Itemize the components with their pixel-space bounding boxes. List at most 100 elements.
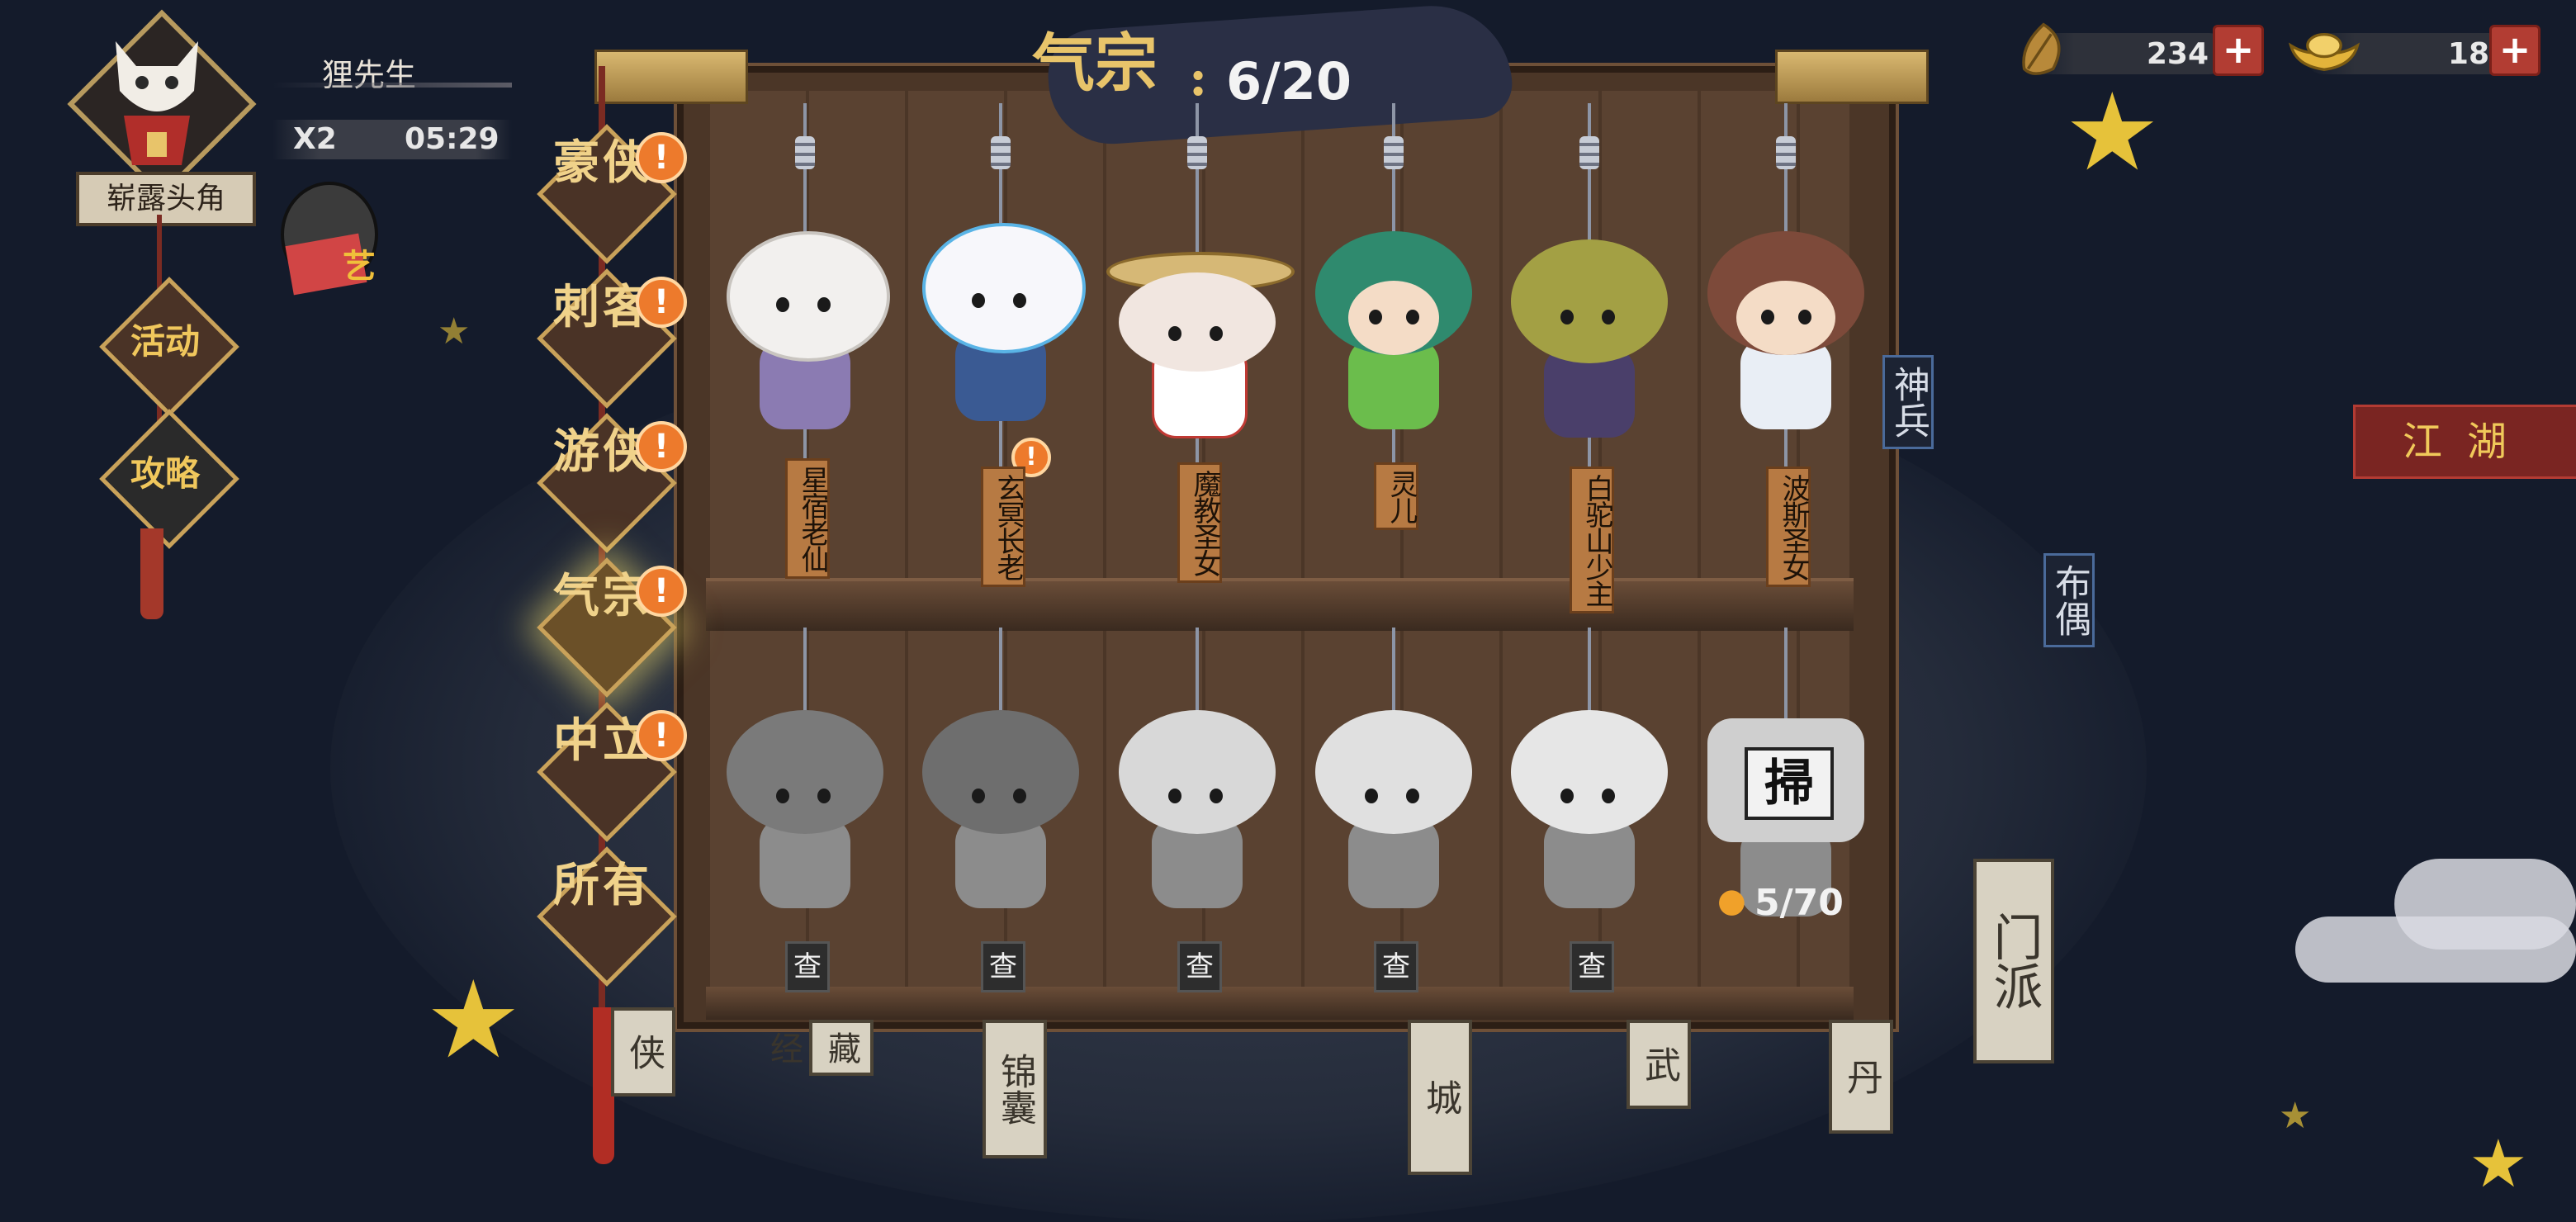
doll-name-tag: 白驼山少主 <box>1570 467 1614 613</box>
star-icon: ★ <box>2279 1095 2312 1137</box>
hanging-tag: 城 <box>1408 1020 1472 1175</box>
doll-eye <box>1210 326 1223 341</box>
doll-eye <box>1761 310 1774 324</box>
tab-label: 所有 <box>553 858 652 912</box>
leaf-icon <box>2022 22 2061 75</box>
menpai-tag[interactable]: 门派 <box>1973 859 2054 1063</box>
side-btn-activity[interactable]: 活动 <box>99 277 239 417</box>
tab-qizong[interactable]: 气宗 ! <box>537 557 687 698</box>
gold-ingot-icon <box>2288 33 2361 71</box>
view-button[interactable]: 查 <box>1570 941 1614 992</box>
locked-doll[interactable] <box>1503 710 1676 925</box>
view-button[interactable]: 查 <box>1177 941 1222 992</box>
doll-head <box>922 710 1079 834</box>
doll-eye <box>1168 326 1181 341</box>
doll-card[interactable] <box>914 223 1087 438</box>
doll-card[interactable] <box>1307 231 1480 446</box>
tassel-icon <box>140 528 163 619</box>
locked-doll[interactable] <box>914 710 1087 925</box>
doll-eye <box>817 789 831 803</box>
add-gold-button[interactable]: + <box>2489 25 2540 76</box>
star-icon: ★ <box>438 310 471 353</box>
star-icon: ★ <box>425 957 522 1082</box>
doll-head <box>1119 272 1276 372</box>
doll-eye <box>1406 310 1419 324</box>
doll-face <box>1348 281 1439 355</box>
background-cloud <box>2295 916 2576 983</box>
doll-eye <box>1168 789 1181 803</box>
hanging-tag: 丹 <box>1829 1020 1893 1134</box>
alert-icon: ! <box>636 277 687 328</box>
cabinet-corner-left <box>594 50 748 104</box>
collection-count: 6/20 <box>1226 51 1352 111</box>
locked-doll[interactable] <box>1110 710 1284 925</box>
flame-icon: ● <box>1717 882 1746 920</box>
string-knot <box>991 136 1011 169</box>
view-button[interactable]: 查 <box>1374 941 1418 992</box>
side-label-guide: 攻略 <box>130 453 200 494</box>
doll-card[interactable] <box>1699 231 1873 446</box>
alert-icon: ! <box>636 710 687 761</box>
doll-head <box>1511 239 1668 363</box>
tab-shenbing[interactable]: 神兵 <box>1882 355 1934 449</box>
player-title: 崭露头角 <box>76 172 256 226</box>
bottom-shelf <box>706 987 1854 1020</box>
hanging-tag: 武 <box>1627 1020 1691 1109</box>
hanging-tag: 锦囊 <box>983 1020 1047 1158</box>
doll-card[interactable] <box>718 231 892 446</box>
view-button[interactable]: 查 <box>981 941 1025 992</box>
tab-cike[interactable]: 刺客 ! <box>537 268 687 409</box>
doll-head <box>727 231 890 362</box>
doll-eye <box>1406 789 1419 803</box>
doll-eye <box>1798 310 1811 324</box>
doll-name-tag: 灵儿 <box>1374 462 1418 530</box>
doll-eye <box>1369 310 1382 324</box>
pet-badge: 艺 <box>343 247 376 286</box>
doll-eye <box>1365 789 1378 803</box>
broom-sign: 掃 <box>1745 747 1834 820</box>
doll-eye <box>972 293 985 308</box>
doll-eye <box>817 297 831 312</box>
exp-multiplier: X2 <box>293 122 337 156</box>
name-divider <box>272 83 512 88</box>
tab-zhongli[interactable]: 中立 ! <box>537 702 687 842</box>
cabinet-corner-right <box>1775 50 1929 104</box>
doll-name-tag: 波斯圣女 <box>1766 467 1811 587</box>
doll-head <box>922 223 1086 353</box>
avatar <box>116 41 198 165</box>
doll-eye <box>972 789 985 803</box>
pet-icon[interactable]: 艺 <box>264 165 396 306</box>
doll-head <box>1315 710 1472 834</box>
doll-head <box>1511 710 1668 834</box>
banner-sect-name: 气宗 <box>1032 26 1158 100</box>
hanging-tag: 藏经 <box>765 1020 874 1076</box>
view-button[interactable]: 查 <box>785 941 830 992</box>
string-knot <box>1187 136 1207 169</box>
hanging-tag: 侠 <box>611 1007 675 1096</box>
doll-string <box>1784 628 1788 727</box>
locked-doll[interactable] <box>1307 710 1480 925</box>
side-btn-guide[interactable]: 攻略 <box>99 409 239 549</box>
doll-card[interactable] <box>1503 239 1676 454</box>
tab-suoyou[interactable]: 所有 <box>537 846 677 987</box>
add-leaf-button[interactable]: + <box>2213 25 2264 76</box>
leaf-count: 234 <box>2146 37 2209 71</box>
string-knot <box>1776 136 1796 169</box>
doll-eye <box>776 297 789 312</box>
doll-eye <box>1013 789 1026 803</box>
doll-eye <box>1602 310 1615 324</box>
jianghu-button[interactable]: 江湖 <box>2353 405 2576 479</box>
doll-name-tag: 星宿老仙 <box>785 458 830 579</box>
doll-face <box>1736 281 1835 355</box>
doll-card[interactable] <box>1106 235 1295 450</box>
doll-name-tag: 玄冥长老 <box>981 467 1025 587</box>
tab-buou[interactable]: 布偶 <box>2043 553 2095 647</box>
player-name: 狸先生 <box>322 57 417 93</box>
alert-icon: ! <box>636 132 687 183</box>
doll-head <box>1119 710 1276 834</box>
tab-haoxia[interactable]: 豪侠 ! <box>537 124 687 264</box>
string-knot <box>795 136 815 169</box>
alert-icon: ! <box>636 566 687 617</box>
tab-youxia[interactable]: 游侠 ! <box>537 413 687 553</box>
locked-doll[interactable] <box>718 710 892 925</box>
